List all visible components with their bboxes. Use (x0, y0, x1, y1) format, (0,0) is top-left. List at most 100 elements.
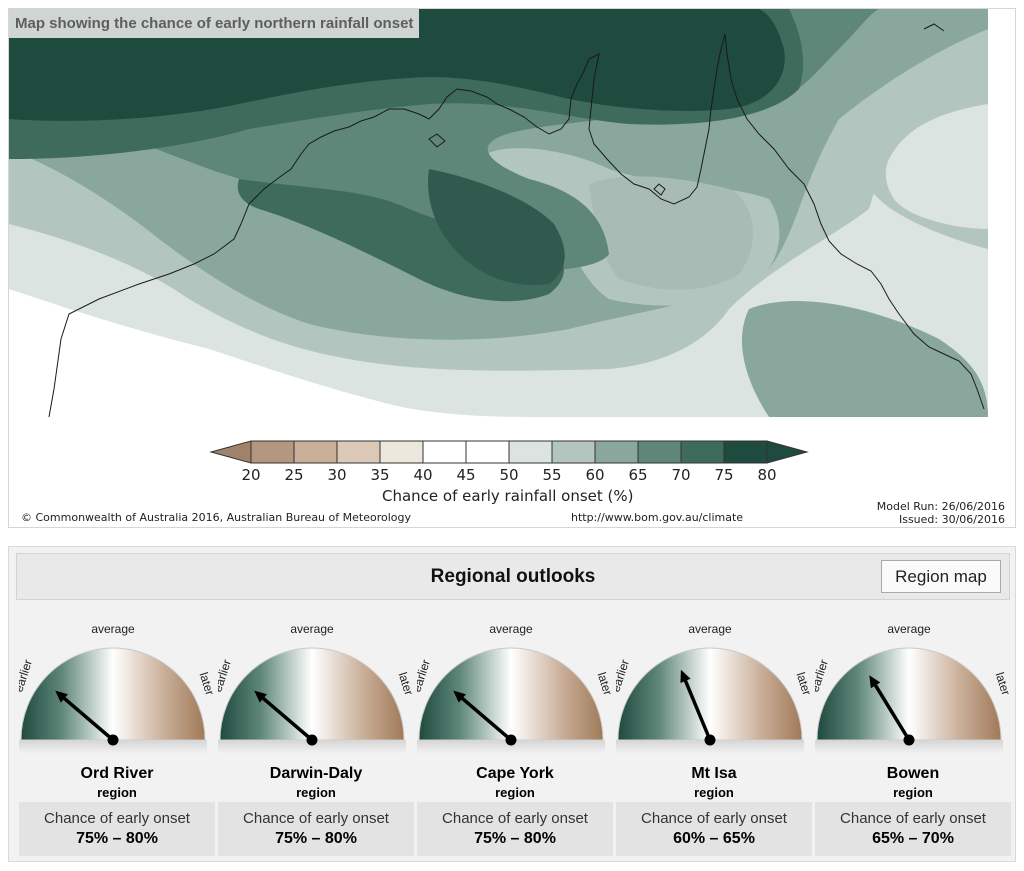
colorbar-tick-label: 20 (241, 466, 260, 484)
colorbar-segment (250, 440, 295, 464)
chance-box: Chance of early onset 75% – 80% (19, 802, 215, 856)
chance-value: 75% – 80% (474, 830, 556, 847)
region-name: Bowen (886, 765, 940, 782)
colorbar-scale: 20 25 30 35 40 45 50 55 60 65 70 75 80 (209, 440, 809, 484)
colorbar-segment (594, 440, 639, 464)
gauge-pivot (903, 734, 915, 746)
region-name: Cape York (476, 765, 554, 782)
colorbar-segment (551, 440, 596, 464)
gauge-label-average: average (489, 622, 533, 636)
gauge-label-average: average (91, 622, 135, 636)
region-suffix: region (893, 785, 933, 800)
gauge-face (816, 647, 1002, 741)
gauge-pivot (704, 734, 716, 746)
colorbar-tick-label: 30 (327, 466, 346, 484)
source-url: http://www.bom.gov.au/climate (571, 511, 744, 524)
colorbar-segment (293, 440, 338, 464)
regional-outlooks-panel: Regional outlooks Region map average earl… (8, 546, 1016, 862)
gauge-label-earlier: earlier (417, 658, 433, 694)
gauge-label-earlier: earlier (815, 658, 831, 694)
region-name: Ord River (80, 765, 154, 782)
region-name: Mt Isa (691, 765, 737, 782)
gauge-pivot (107, 734, 119, 746)
gauge-label-earlier: earlier (19, 658, 35, 694)
colorbar-tick-label: 25 (284, 466, 303, 484)
gauge-face (617, 647, 803, 741)
colorbar-segment (637, 440, 682, 464)
gauge-label-later: later (595, 671, 613, 698)
region-outlook: average earlier later Cape York region Chance… (417, 617, 613, 857)
chance-label: Chance of early onset (44, 810, 190, 827)
colorbar-segment (422, 440, 467, 464)
gauge-pivot (306, 734, 318, 746)
chance-value: 60% – 65% (673, 830, 755, 847)
colorbar-segment (723, 440, 768, 464)
gauge-label-earlier: earlier (218, 658, 234, 694)
gauge-label-later: later (794, 671, 812, 698)
chance-label: Chance of early onset (243, 810, 389, 827)
colorbar-segment (680, 440, 725, 464)
chance-label: Chance of early onset (840, 810, 986, 827)
gauge-label-later: later (993, 671, 1011, 698)
contour-map (9, 9, 988, 417)
chance-value: 75% – 80% (275, 830, 357, 847)
colorbar-tick-label: 70 (671, 466, 690, 484)
gauge-dial: average earlier later (815, 622, 1011, 754)
chance-box: Chance of early onset 75% – 80% (218, 802, 414, 856)
colorbar-tick-label: 40 (413, 466, 432, 484)
region-suffix: region (97, 785, 137, 800)
region-map-button[interactable]: Region map (881, 560, 1001, 593)
region-outlook: average earlier later Mt Isa region Chance of… (616, 617, 812, 857)
region-suffix: region (495, 785, 535, 800)
colorbar-segment (336, 440, 381, 464)
map-title: Map showing the chance of early northern… (9, 9, 420, 38)
colorbar-segment (508, 440, 553, 464)
gauge-face (418, 647, 604, 741)
gauge-label-average: average (688, 622, 732, 636)
gauge-pivot (505, 734, 517, 746)
chance-value: 75% – 80% (76, 830, 158, 847)
region-name: Darwin-Daly (269, 765, 363, 782)
colorbar-tick-label: 35 (370, 466, 389, 484)
map-panel: Map showing the chance of early northern… (8, 8, 1016, 528)
colorbar-segment (465, 440, 510, 464)
gauge-label-earlier: earlier (616, 658, 632, 694)
chance-value: 65% – 70% (872, 830, 954, 847)
gauge-face (219, 647, 405, 741)
chance-label: Chance of early onset (442, 810, 588, 827)
gauge-dial: average earlier later (616, 622, 812, 754)
region-suffix: region (296, 785, 336, 800)
issued-date: Issued: 30/06/2016 (898, 513, 1005, 526)
colorbar-tick-label: 45 (456, 466, 475, 484)
gauge-label-later: later (197, 671, 215, 698)
gauge-label-later: later (396, 671, 414, 698)
region-outlook: average earlier later Ord River region Chance… (19, 617, 215, 857)
chance-box: Chance of early onset 65% – 70% (815, 802, 1011, 856)
region-outlook: average earlier later Darwin-Daly region Chan… (218, 617, 414, 857)
colorbar-segment (379, 440, 424, 464)
gauge-label-average: average (290, 622, 334, 636)
colorbar-tick-label: 55 (542, 466, 561, 484)
regional-outlooks-title: Regional outlooks (430, 566, 596, 587)
model-run-info: Model Run: 26/06/2016 Issued: 30/06/2016 (877, 500, 1005, 526)
colorbar-title: Chance of early rainfall onset (%) (382, 487, 634, 505)
gauge-dial: average earlier later (218, 622, 414, 754)
region-outlook: average earlier later Bowen region Chance of … (815, 617, 1011, 857)
colorbar-tick-label: 75 (714, 466, 733, 484)
chance-box: Chance of early onset 75% – 80% (417, 802, 613, 856)
colorbar-arrow-low (209, 440, 252, 464)
rainfall-onset-map: Map showing the chance of early northern… (9, 9, 988, 417)
gauge-label-average: average (887, 622, 931, 636)
copyright-text: © Commonwealth of Australia 2016, Austra… (21, 511, 411, 524)
gauge-dial: average earlier later (417, 622, 613, 754)
region-suffix: region (694, 785, 734, 800)
regional-outlooks-header: Regional outlooks Region map (16, 553, 1010, 600)
colorbar-tick-label: 50 (499, 466, 518, 484)
colorbar-tick-label: 65 (628, 466, 647, 484)
colorbar-tick-label: 80 (757, 466, 776, 484)
chance-label: Chance of early onset (641, 810, 787, 827)
colorbar: 20 25 30 35 40 45 50 55 60 65 70 75 80 (209, 439, 829, 490)
gauge-face (20, 647, 206, 741)
gauge-dial: average earlier later (19, 622, 215, 754)
colorbar-tick-label: 60 (585, 466, 604, 484)
